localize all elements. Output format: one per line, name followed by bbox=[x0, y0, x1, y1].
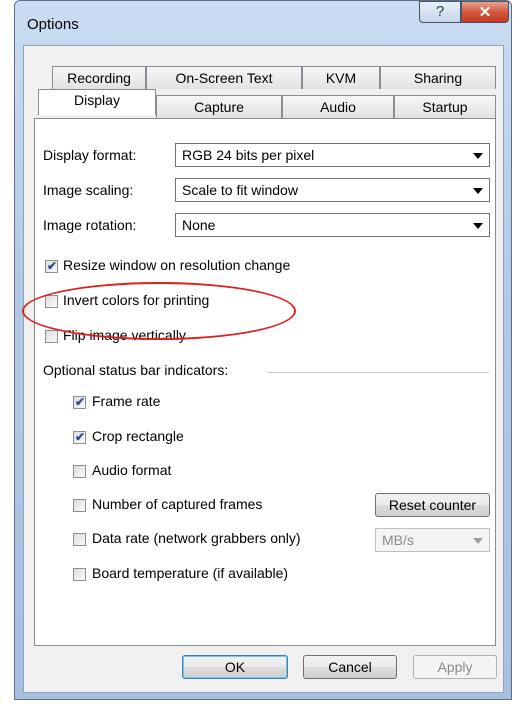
tab-label: Startup bbox=[422, 99, 468, 115]
apply-label: Apply bbox=[437, 659, 473, 675]
checkmark-icon: ✔ bbox=[47, 259, 58, 273]
tab-label: KVM bbox=[325, 70, 357, 86]
crop-rectangle-checkbox[interactable]: ✔ bbox=[73, 430, 86, 444]
captured-frames-checkbox[interactable] bbox=[73, 499, 86, 512]
options-dialog: Options ? ✕ Recording On-Screen Text KVM… bbox=[14, 0, 512, 700]
reset-counter-button[interactable]: Reset counter bbox=[375, 493, 490, 517]
data-rate-checkbox[interactable] bbox=[73, 533, 86, 546]
image-scaling-label: Image scaling: bbox=[43, 182, 134, 198]
image-rotation-select[interactable]: None bbox=[175, 213, 490, 237]
chevron-down-icon bbox=[473, 188, 483, 194]
audio-format-checkbox[interactable] bbox=[73, 465, 86, 478]
cancel-button[interactable]: Cancel bbox=[303, 655, 397, 679]
tab-sharing[interactable]: Sharing bbox=[380, 66, 496, 89]
annotation-ellipse bbox=[22, 282, 296, 340]
image-rotation-label: Image rotation: bbox=[43, 217, 137, 233]
image-scaling-select[interactable]: Scale to fit window bbox=[175, 178, 490, 202]
board-temperature-checkbox[interactable] bbox=[73, 568, 86, 581]
help-icon: ? bbox=[435, 3, 445, 20]
tab-audio[interactable]: Audio bbox=[282, 95, 394, 118]
tab-kvm[interactable]: KVM bbox=[302, 66, 380, 89]
ok-button[interactable]: OK bbox=[182, 655, 288, 679]
frame-rate-checkbox[interactable]: ✔ bbox=[73, 395, 86, 409]
close-icon: ✕ bbox=[478, 4, 492, 21]
data-rate-label: Data rate (network grabbers only) bbox=[92, 530, 301, 546]
display-format-value: RGB 24 bits per pixel bbox=[182, 147, 315, 163]
image-rotation-value: None bbox=[182, 217, 216, 233]
chevron-down-icon bbox=[473, 223, 483, 229]
tab-label: Audio bbox=[320, 99, 356, 115]
crop-rectangle-label: Crop rectangle bbox=[92, 428, 184, 444]
tab-label: Recording bbox=[67, 70, 131, 86]
reset-counter-label: Reset counter bbox=[388, 497, 477, 513]
image-scaling-value: Scale to fit window bbox=[182, 182, 298, 198]
display-format-select[interactable]: RGB 24 bits per pixel bbox=[175, 143, 490, 167]
captured-frames-label: Number of captured frames bbox=[92, 496, 263, 512]
title-bar[interactable]: Options ? ✕ bbox=[15, 1, 511, 45]
checkmark-icon: ✔ bbox=[75, 430, 86, 444]
tab-label: Sharing bbox=[413, 70, 463, 86]
frame-rate-label: Frame rate bbox=[92, 393, 161, 409]
dialog-client-area: Recording On-Screen Text KVM Sharing Dis… bbox=[23, 45, 504, 693]
help-button[interactable]: ? bbox=[419, 1, 461, 23]
tab-on-screen-text[interactable]: On-Screen Text bbox=[146, 66, 302, 89]
close-button[interactable]: ✕ bbox=[461, 1, 509, 23]
apply-button[interactable]: Apply bbox=[413, 655, 497, 679]
display-tab-panel: Display format: RGB 24 bits per pixel Im… bbox=[34, 118, 496, 646]
window-title: Options bbox=[27, 16, 79, 33]
audio-format-label: Audio format bbox=[92, 462, 172, 478]
tab-display[interactable]: Display bbox=[38, 89, 156, 115]
flip-image-checkbox[interactable] bbox=[45, 330, 58, 343]
status-indicators-header: Optional status bar indicators: bbox=[43, 362, 229, 378]
resize-window-checkbox[interactable]: ✔ bbox=[45, 259, 58, 273]
checkmark-icon: ✔ bbox=[75, 395, 86, 409]
tab-recording[interactable]: Recording bbox=[52, 66, 146, 89]
group-divider bbox=[267, 372, 489, 373]
chevron-down-icon bbox=[473, 538, 483, 544]
display-format-label: Display format: bbox=[43, 147, 137, 163]
resize-window-label: Resize window on resolution change bbox=[63, 257, 291, 273]
tab-label: On-Screen Text bbox=[175, 70, 273, 86]
tab-capture[interactable]: Capture bbox=[156, 95, 282, 118]
ok-label: OK bbox=[224, 659, 246, 675]
data-rate-unit-select[interactable]: MB/s bbox=[375, 528, 490, 552]
tab-label: Capture bbox=[194, 99, 244, 115]
cancel-label: Cancel bbox=[328, 659, 372, 675]
board-temperature-label: Board temperature (if available) bbox=[92, 565, 289, 581]
chevron-down-icon bbox=[473, 153, 483, 159]
tab-startup[interactable]: Startup bbox=[394, 95, 496, 118]
data-rate-unit-value: MB/s bbox=[382, 532, 414, 548]
tab-label: Display bbox=[74, 92, 120, 108]
